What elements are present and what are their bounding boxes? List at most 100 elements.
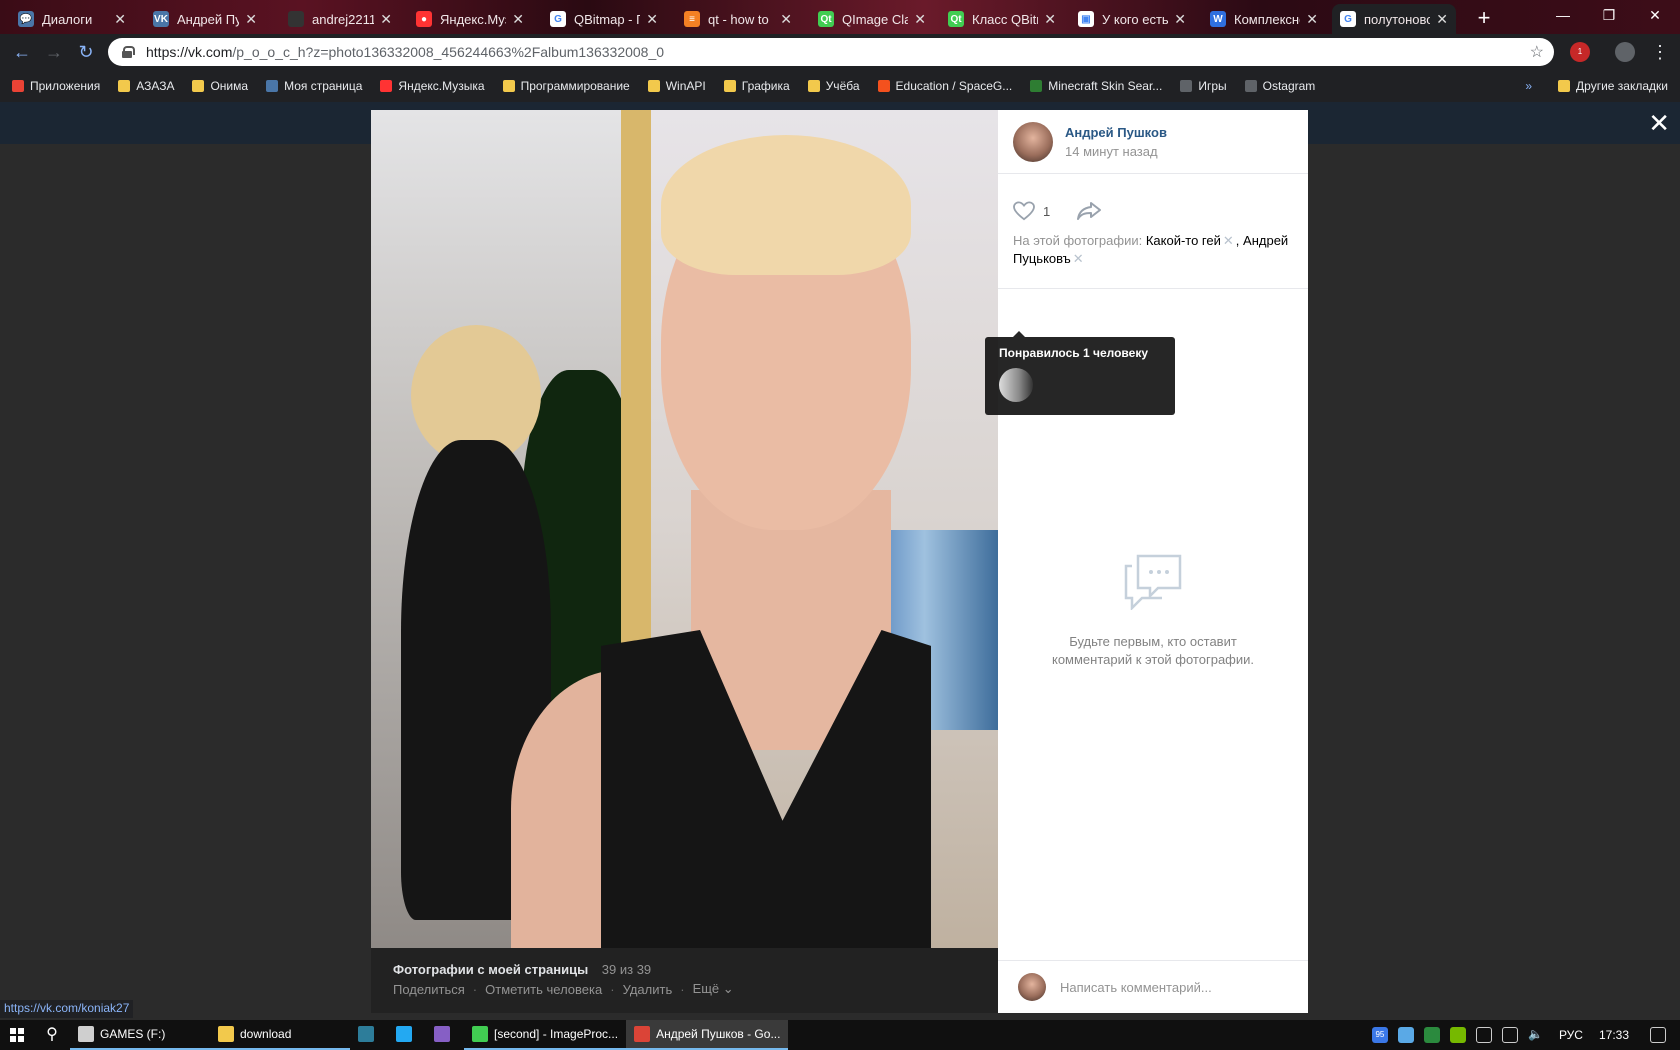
windows-logo-icon bbox=[10, 1028, 24, 1042]
bookmark-item[interactable]: Игры bbox=[1180, 79, 1227, 93]
tab-favicon-icon: 💬 bbox=[18, 11, 34, 27]
bookmark-item[interactable]: АЗАЗА bbox=[118, 79, 174, 93]
bookmark-item[interactable]: Учёба bbox=[807, 79, 860, 93]
url-path: /p_o_o_c_h?z=photo136332008_456244663%2F… bbox=[232, 44, 665, 60]
tab-close-icon[interactable]: ✕ bbox=[1436, 11, 1448, 28]
profile-avatar[interactable] bbox=[1615, 42, 1635, 62]
delete-photo-link[interactable]: Удалить bbox=[623, 982, 673, 997]
close-window-button[interactable]: ✕ bbox=[1632, 0, 1678, 30]
nvidia-icon[interactable] bbox=[1449, 1027, 1466, 1043]
browser-tab[interactable]: 💬 Диалоги ✕ bbox=[10, 4, 134, 34]
bookmark-item[interactable]: Онима bbox=[192, 79, 248, 93]
taskbar-app[interactable]: [second] - ImageProc... bbox=[464, 1020, 627, 1050]
browser-tab[interactable]: andrej22116 ✕ bbox=[280, 4, 400, 34]
comment-input[interactable] bbox=[1060, 979, 1280, 995]
bookmarks-overflow-icon[interactable]: » bbox=[1525, 79, 1532, 93]
liker-avatar[interactable] bbox=[999, 368, 1033, 402]
tab-close-icon[interactable]: ✕ bbox=[512, 11, 524, 28]
maximize-button[interactable]: ❐ bbox=[1586, 0, 1632, 30]
tab-close-icon[interactable]: ✕ bbox=[114, 11, 126, 28]
share-photo-link[interactable]: Поделиться bbox=[393, 982, 465, 997]
tab-favicon-icon: G bbox=[1340, 11, 1356, 27]
tab-close-icon[interactable]: ✕ bbox=[780, 11, 792, 28]
tag-person-link[interactable]: Отметить человека bbox=[485, 982, 602, 997]
battery-icon[interactable] bbox=[1501, 1027, 1518, 1043]
minimize-button[interactable]: — bbox=[1540, 0, 1586, 30]
tab-close-icon[interactable]: ✕ bbox=[646, 11, 658, 28]
taskbar-app[interactable]: Андрей Пушков - Go... bbox=[626, 1020, 789, 1050]
browser-tab[interactable]: W Комплексно ✕ bbox=[1202, 4, 1326, 34]
bookmark-item[interactable]: Яндекс.Музыка bbox=[380, 79, 485, 93]
clock[interactable]: 17:33 bbox=[1599, 1028, 1629, 1042]
remove-tag-icon[interactable]: ✕ bbox=[1073, 251, 1084, 266]
browser-tab[interactable]: G QBitmap - П ✕ bbox=[542, 4, 666, 34]
network-icon[interactable] bbox=[1475, 1027, 1492, 1043]
adblock-extension-icon[interactable]: 1 bbox=[1570, 42, 1590, 62]
bookmark-item[interactable]: WinAPI bbox=[647, 79, 706, 93]
browser-tab[interactable]: Qt Класс QBitm ✕ bbox=[940, 4, 1064, 34]
tab-favicon-icon: G bbox=[550, 11, 566, 27]
author-avatar[interactable] bbox=[1013, 121, 1053, 162]
language-indicator[interactable]: РУС bbox=[1559, 1028, 1583, 1042]
browser-tab[interactable]: Gполутоново ✕ bbox=[1332, 4, 1456, 34]
bookmark-item[interactable]: Программирование bbox=[502, 79, 630, 93]
taskbar-app[interactable] bbox=[388, 1020, 426, 1050]
taskbar-app[interactable] bbox=[350, 1020, 388, 1050]
volume-icon[interactable]: 🔈 bbox=[1528, 1027, 1544, 1043]
tab-close-icon[interactable]: ✕ bbox=[914, 11, 926, 28]
share-icon[interactable] bbox=[1076, 201, 1102, 221]
browser-tab[interactable]: Qt QImage Clas ✕ bbox=[810, 4, 934, 34]
other-bookmarks[interactable]: Другие закладки bbox=[1576, 79, 1668, 93]
taskbar-app[interactable] bbox=[426, 1020, 464, 1050]
menu-kebab-icon[interactable]: ⋮ bbox=[1648, 40, 1672, 64]
photo-image[interactable] bbox=[371, 110, 998, 948]
network-share-icon[interactable] bbox=[1397, 1027, 1414, 1043]
more-actions-link[interactable]: Ещё ⌄ bbox=[693, 981, 734, 997]
author-name[interactable]: Андрей Пушков bbox=[1065, 125, 1167, 140]
taskbar-app[interactable]: GAMES (F:) bbox=[70, 1020, 210, 1050]
tray-badge-icon[interactable]: 95 bbox=[1371, 1027, 1388, 1043]
heart-icon[interactable] bbox=[1013, 201, 1035, 221]
tab-close-icon[interactable]: ✕ bbox=[1306, 11, 1318, 28]
empty-comments-text: Будьте первым, кто оставит комментарий к… bbox=[998, 633, 1308, 669]
tab-title: Яндекс.Музы bbox=[440, 11, 506, 27]
bookmark-star-icon[interactable]: ☆ bbox=[1530, 42, 1544, 62]
photo-actions: Поделиться · Отметить человека · Удалить… bbox=[393, 981, 734, 997]
viewer-close-button[interactable]: ✕ bbox=[1648, 110, 1670, 136]
notifications-icon[interactable] bbox=[1650, 1027, 1666, 1043]
app-icon bbox=[78, 1026, 94, 1042]
bookmark-item[interactable]: Ostagram bbox=[1244, 79, 1315, 93]
address-bar[interactable]: https://vk.com/p_o_o_c_h?z=photo13633200… bbox=[108, 38, 1554, 66]
album-title[interactable]: Фотографии с моей страницы bbox=[393, 962, 588, 977]
like-count[interactable]: 1 bbox=[1043, 204, 1050, 219]
bookmark-label: Программирование bbox=[520, 79, 630, 93]
tab-close-icon[interactable]: ✕ bbox=[1044, 11, 1056, 28]
taskbar-app-label: GAMES (F:) bbox=[100, 1027, 166, 1041]
post-time[interactable]: 14 минут назад bbox=[1065, 144, 1167, 159]
start-button[interactable] bbox=[0, 1020, 34, 1050]
search-icon[interactable]: ⚲ bbox=[34, 1020, 70, 1050]
bookmark-item[interactable]: Приложения bbox=[12, 79, 100, 93]
tab-close-icon[interactable]: ✕ bbox=[380, 11, 392, 28]
bookmark-item[interactable]: Графика bbox=[723, 79, 790, 93]
tab-close-icon[interactable]: ✕ bbox=[245, 11, 257, 28]
tab-close-icon[interactable]: ✕ bbox=[1174, 11, 1186, 28]
empty-text-line-2: комментарий к этой фотографии. bbox=[1051, 652, 1255, 667]
windows-taskbar: ⚲ GAMES (F:) download [second] - ImageProc… bbox=[0, 1020, 1680, 1050]
browser-tab[interactable]: VK Андрей Пу ✕ bbox=[145, 4, 265, 34]
reload-button[interactable]: ↻ bbox=[74, 40, 98, 64]
forward-button[interactable]: → bbox=[42, 40, 66, 64]
bookmark-item[interactable]: Моя страница bbox=[266, 79, 362, 93]
bookmark-item[interactable]: Education / SpaceG... bbox=[877, 79, 1012, 93]
browser-tab[interactable]: ≡ qt - how to ✕ bbox=[676, 4, 800, 34]
browser-tab[interactable]: ▣ У кого есть ✕ bbox=[1070, 4, 1194, 34]
app-tray-icon[interactable] bbox=[1423, 1027, 1440, 1043]
remove-tag-icon[interactable]: ✕ bbox=[1223, 233, 1234, 248]
tag-person[interactable]: Какой-то гей bbox=[1146, 233, 1221, 248]
browser-tab[interactable]: ● Яндекс.Музы ✕ bbox=[408, 4, 532, 34]
taskbar-app[interactable]: download bbox=[210, 1020, 350, 1050]
folder-icon bbox=[723, 80, 736, 92]
bookmark-item[interactable]: Minecraft Skin Sear... bbox=[1030, 79, 1162, 93]
back-button[interactable]: ← bbox=[10, 40, 34, 64]
new-tab-button[interactable]: + bbox=[1470, 4, 1498, 32]
